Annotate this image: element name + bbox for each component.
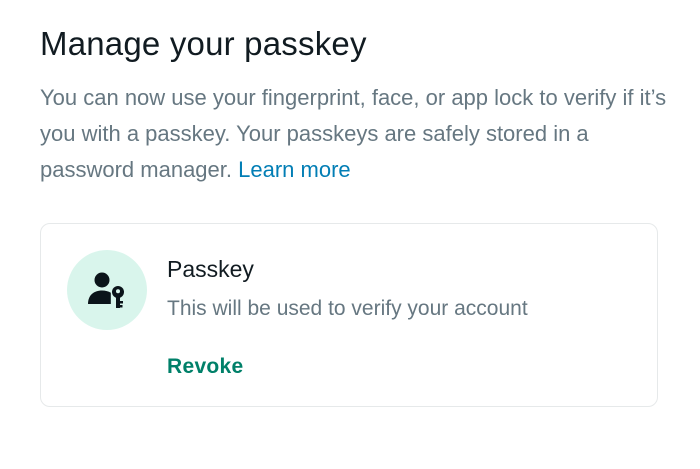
manage-passkey-screen: Manage your passkey You can now use your… (0, 0, 700, 469)
description-text: You can now use your fingerprint, face, … (40, 85, 667, 182)
learn-more-link[interactable]: Learn more (238, 157, 351, 182)
passkey-description: You can now use your fingerprint, face, … (40, 80, 670, 188)
passkey-card: Passkey This will be used to verify your… (40, 223, 658, 407)
passkey-subtitle: This will be used to verify your account (167, 297, 528, 320)
passkey-title: Passkey (167, 256, 254, 282)
person-key-icon (88, 272, 124, 308)
page-title: Manage your passkey (40, 25, 367, 62)
passkey-avatar (67, 250, 147, 330)
revoke-button[interactable]: Revoke (167, 352, 244, 382)
